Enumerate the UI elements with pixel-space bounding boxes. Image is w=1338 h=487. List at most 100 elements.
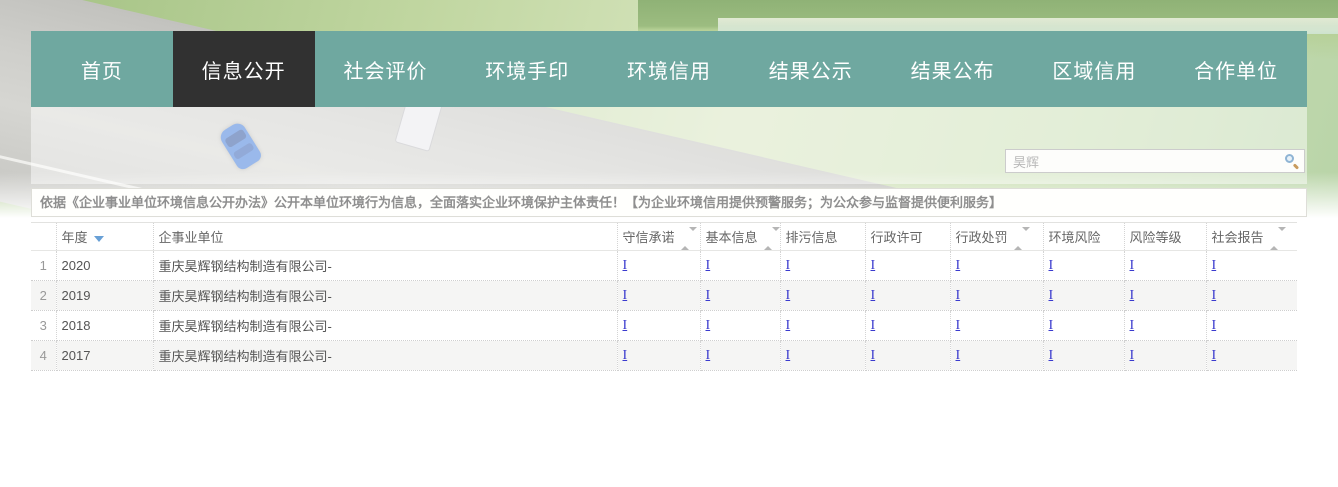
info-cell: I (780, 341, 865, 371)
info-link[interactable]: I (1130, 318, 1135, 333)
info-link[interactable]: I (706, 258, 711, 273)
year-cell: 2018 (56, 311, 153, 341)
info-cell: I (950, 341, 1043, 371)
info-link[interactable]: I (623, 288, 628, 303)
info-link[interactable]: I (1130, 258, 1135, 273)
info-link[interactable]: I (956, 288, 961, 303)
records-table: 年度企事业单位守信承诺基本信息排污信息行政许可行政处罚环境风险风险等级社会报告 … (31, 222, 1297, 371)
nav-item-7[interactable]: 区域信用 (1023, 31, 1165, 107)
info-cell: I (1124, 341, 1206, 371)
info-link[interactable]: I (956, 258, 961, 273)
info-link[interactable]: I (871, 348, 876, 363)
info-link[interactable]: I (1212, 348, 1217, 363)
info-cell: I (780, 281, 865, 311)
info-link[interactable]: I (1212, 258, 1217, 273)
sort-desc-icon (94, 236, 104, 242)
row-number: 4 (31, 341, 56, 371)
nav-item-8[interactable]: 合作单位 (1165, 31, 1307, 107)
sort-icon (1270, 231, 1286, 246)
info-link[interactable]: I (956, 348, 961, 363)
info-link[interactable]: I (623, 258, 628, 273)
info-cell: I (1206, 251, 1297, 281)
main-nav: 首页信息公开社会评价环境手印环境信用结果公示结果公布区域信用合作单位 (31, 31, 1307, 107)
column-header: 企事业单位 (153, 223, 617, 251)
info-link[interactable]: I (1049, 348, 1054, 363)
info-link[interactable]: I (871, 318, 876, 333)
info-link[interactable]: I (623, 318, 628, 333)
column-header: 排污信息 (780, 223, 865, 251)
nav-item-3[interactable]: 环境手印 (456, 31, 598, 107)
notice-text: 依据《企业事业单位环境信息公开办法》公开本单位环境行为信息，全面落实企业环境保护… (31, 188, 1307, 217)
company-cell: 重庆昊辉钢结构制造有限公司- (153, 341, 617, 371)
info-cell: I (1043, 341, 1124, 371)
info-cell: I (700, 251, 780, 281)
table-row: 12020重庆昊辉钢结构制造有限公司- I I I I I I I I (31, 251, 1297, 281)
info-link[interactable]: I (1049, 288, 1054, 303)
column-header: 风险等级 (1124, 223, 1206, 251)
info-cell: I (617, 251, 700, 281)
info-cell: I (700, 311, 780, 341)
column-label: 企事业单位 (159, 230, 224, 245)
nav-item-1[interactable]: 信息公开 (173, 31, 315, 107)
info-link[interactable]: I (871, 258, 876, 273)
company-cell: 重庆昊辉钢结构制造有限公司- (153, 251, 617, 281)
info-cell: I (1043, 311, 1124, 341)
info-cell: I (1206, 311, 1297, 341)
column-header[interactable]: 行政处罚 (950, 223, 1043, 251)
search-input[interactable] (1006, 151, 1284, 171)
nav-item-0[interactable]: 首页 (31, 31, 173, 107)
info-cell: I (1043, 251, 1124, 281)
info-cell: I (1124, 281, 1206, 311)
info-cell: I (700, 281, 780, 311)
info-link[interactable]: I (1130, 348, 1135, 363)
info-link[interactable]: I (1212, 288, 1217, 303)
info-link[interactable]: I (1049, 318, 1054, 333)
column-label: 行政处罚 (956, 230, 1008, 245)
nav-item-4[interactable]: 环境信用 (598, 31, 740, 107)
row-number: 1 (31, 251, 56, 281)
column-label: 守信承诺 (623, 230, 675, 245)
info-link[interactable]: I (786, 348, 791, 363)
info-cell: I (950, 311, 1043, 341)
info-link[interactable]: I (871, 288, 876, 303)
row-number: 2 (31, 281, 56, 311)
info-link[interactable]: I (623, 348, 628, 363)
info-cell: I (617, 281, 700, 311)
column-header[interactable]: 社会报告 (1206, 223, 1297, 251)
info-link[interactable]: I (706, 318, 711, 333)
info-link[interactable]: I (1130, 288, 1135, 303)
nav-item-2[interactable]: 社会评价 (315, 31, 457, 107)
info-link[interactable]: I (1049, 258, 1054, 273)
column-header[interactable]: 守信承诺 (617, 223, 700, 251)
year-cell: 2019 (56, 281, 153, 311)
sort-icon (1014, 231, 1030, 246)
info-link[interactable]: I (1212, 318, 1217, 333)
nav-item-5[interactable]: 结果公示 (740, 31, 882, 107)
info-link[interactable]: I (956, 318, 961, 333)
info-cell: I (865, 251, 950, 281)
info-cell: I (780, 251, 865, 281)
info-cell: I (1043, 281, 1124, 311)
column-label: 行政许可 (871, 230, 923, 245)
year-cell: 2017 (56, 341, 153, 371)
info-link[interactable]: I (706, 348, 711, 363)
info-link[interactable]: I (786, 318, 791, 333)
table-row: 42017重庆昊辉钢结构制造有限公司- I I I I I I I I (31, 341, 1297, 371)
info-cell: I (780, 311, 865, 341)
sort-icon (681, 231, 697, 246)
records-table-wrap: 年度企事业单位守信承诺基本信息排污信息行政许可行政处罚环境风险风险等级社会报告 … (31, 222, 1297, 371)
info-cell: I (617, 341, 700, 371)
nav-item-6[interactable]: 结果公布 (882, 31, 1024, 107)
magnifier-icon[interactable] (1284, 153, 1300, 169)
column-header: 行政许可 (865, 223, 950, 251)
table-row: 32018重庆昊辉钢结构制造有限公司-IIIIIIII (31, 311, 1297, 341)
year-cell: 2020 (56, 251, 153, 281)
info-link[interactable]: I (786, 288, 791, 303)
column-header[interactable]: 基本信息 (700, 223, 780, 251)
column-header (31, 223, 56, 251)
sort-icon (764, 231, 780, 246)
info-link[interactable]: I (786, 258, 791, 273)
info-cell: I (865, 311, 950, 341)
info-link[interactable]: I (706, 288, 711, 303)
column-header[interactable]: 年度 (56, 223, 153, 251)
